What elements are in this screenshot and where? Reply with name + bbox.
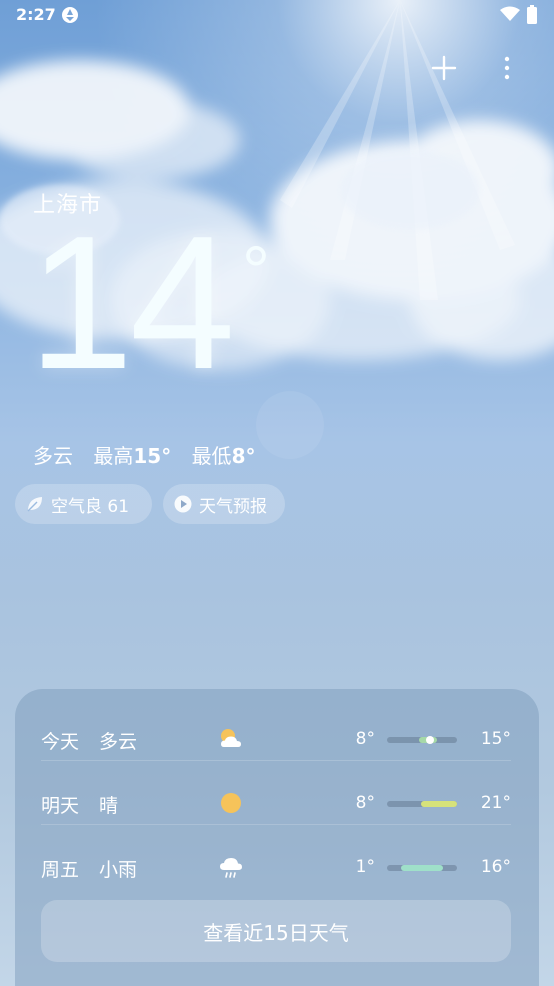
temp-range-bar [387, 736, 457, 744]
more-options-icon[interactable] [492, 52, 522, 84]
temp-range-bar [387, 865, 457, 871]
status-bar: 2:27 [0, 0, 554, 30]
day-high-temp: 21° [480, 793, 511, 813]
sun-icon [221, 793, 241, 813]
battery-icon [527, 5, 537, 24]
play-icon [174, 495, 192, 513]
forecast-row-today[interactable]: 今天 多云 8° 15° [41, 699, 511, 761]
day-name: 明天 [41, 795, 80, 817]
aperture-icon [62, 7, 78, 23]
low-value: 8° [231, 444, 256, 468]
forecast-video-chip[interactable]: 天气预报 [163, 484, 285, 524]
wifi-icon [500, 6, 520, 21]
day-low-temp: 8° [355, 729, 375, 749]
row-divider [41, 824, 511, 825]
high-value: 15° [133, 444, 172, 468]
day-low-temp: 8° [355, 793, 375, 813]
day-name: 周五 [41, 859, 80, 881]
day-low-temp: 1° [355, 857, 375, 877]
day-high-temp: 15° [480, 729, 511, 749]
row-divider [41, 760, 511, 761]
day-condition: 小雨 [99, 859, 138, 881]
current-temperature: 14 [28, 197, 235, 409]
leaf-icon [27, 497, 42, 512]
day-name: 今天 [41, 731, 80, 753]
temperature-unit: ° [242, 232, 270, 310]
forecast-row-friday[interactable]: 周五 小雨 1° 16° [41, 827, 511, 889]
air-quality-label: 空气良 61 [51, 496, 130, 517]
temp-range-fill [420, 801, 457, 807]
forecast-card: 今天 多云 8° 15° 明天 晴 8° 21° 周五 小雨 1° 16° 查看… [15, 689, 539, 986]
temp-range-bar [387, 801, 457, 807]
air-quality-chip[interactable]: 空气良 61 [15, 484, 152, 524]
view-15-day-forecast-button[interactable]: 查看近15日天气 [41, 900, 511, 962]
low-label: 最低 [191, 444, 232, 468]
forecast-row-tomorrow[interactable]: 明天 晴 8° 21° [41, 763, 511, 825]
temp-range-fill [401, 865, 443, 871]
current-condition: 多云 [33, 444, 73, 468]
add-city-button[interactable] [428, 52, 460, 84]
status-time: 2:27 [16, 5, 56, 24]
low-temp: 最低8° [192, 444, 256, 468]
partly-cloudy-icon [221, 729, 241, 747]
high-temp: 最高15° [93, 444, 171, 468]
high-label: 最高 [93, 444, 134, 468]
day-condition: 晴 [99, 795, 119, 817]
day-high-temp: 16° [480, 857, 511, 877]
weather-summary: 多云 最高15° 最低8° [33, 440, 269, 469]
day-condition: 多云 [99, 731, 138, 753]
light-rain-icon [220, 858, 242, 878]
forecast-video-label: 天气预报 [199, 496, 267, 517]
